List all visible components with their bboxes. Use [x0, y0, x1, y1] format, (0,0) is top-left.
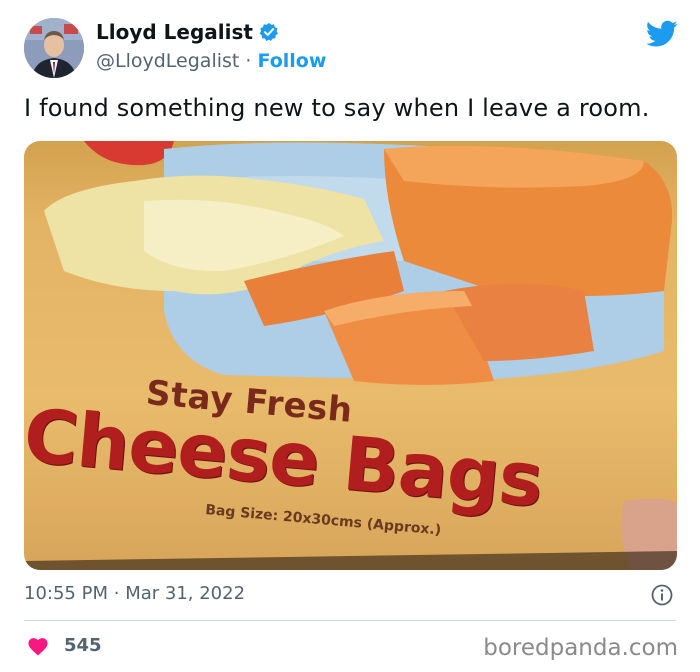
author-name-row: Lloyd Legalist	[96, 20, 279, 44]
avatar-image	[24, 18, 84, 78]
watermark: boredpanda.com	[483, 635, 678, 661]
author-name[interactable]: Lloyd Legalist	[96, 20, 253, 44]
tweet-date: Mar 31, 2022	[125, 583, 246, 604]
divider	[24, 620, 676, 621]
tweet-card: Lloyd Legalist @LloydLegalist · Follow I…	[0, 0, 700, 672]
heart-icon[interactable]	[27, 636, 49, 656]
separator-dot: ·	[245, 50, 252, 72]
author-handle[interactable]: @LloydLegalist	[96, 50, 239, 72]
follow-button[interactable]: Follow	[258, 50, 327, 72]
author-handle-row: @LloydLegalist · Follow	[96, 50, 326, 72]
tweet-timestamp[interactable]: 10:55 PM · Mar 31, 2022	[24, 583, 245, 604]
info-icon[interactable]	[651, 584, 673, 606]
tweet-text: I found something new to say when I leav…	[24, 94, 650, 122]
tweet-photo[interactable]: Stay Fresh Cheese Bags Bag Size: 20x30cm…	[24, 141, 677, 570]
twitter-bird-icon[interactable]	[646, 20, 678, 48]
timestamp-dot: ·	[113, 583, 120, 604]
verified-badge-icon	[259, 22, 278, 41]
tweet-time: 10:55 PM	[24, 583, 108, 604]
avatar[interactable]	[24, 18, 84, 78]
like-count: 545	[64, 635, 102, 656]
